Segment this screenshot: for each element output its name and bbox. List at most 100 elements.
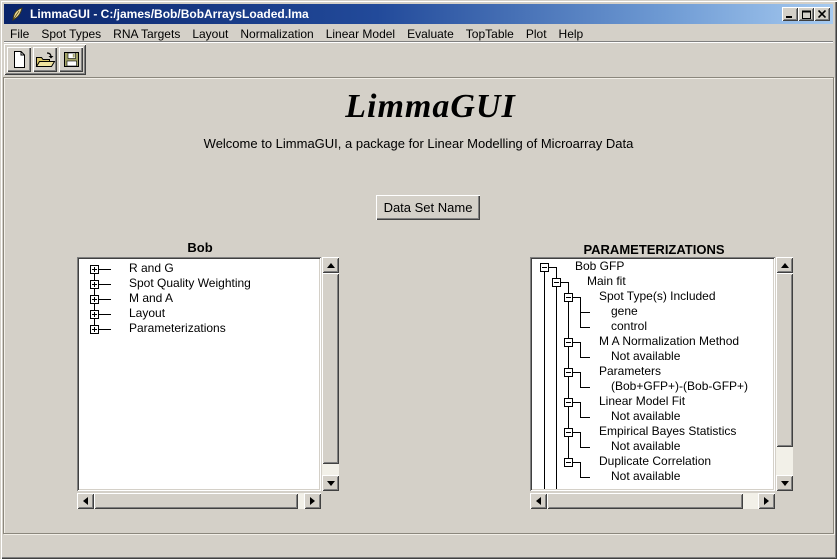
tree-item-label[interactable]: M A Normalization Method bbox=[599, 334, 739, 349]
scroll-thumb[interactable] bbox=[94, 493, 298, 509]
toolbar bbox=[4, 44, 86, 75]
open-file-button[interactable] bbox=[33, 47, 57, 72]
tree-item-label[interactable]: Layout bbox=[129, 306, 165, 321]
maximize-button[interactable] bbox=[798, 7, 814, 21]
up-arrow-icon bbox=[327, 263, 335, 268]
tree-connector-line bbox=[544, 267, 545, 489]
scroll-up-button[interactable] bbox=[776, 257, 793, 273]
menu-item-layout[interactable]: Layout bbox=[186, 26, 234, 42]
tree-collapse-icon[interactable] bbox=[540, 263, 549, 272]
app-window: LimmaGUI - C:/james/Bob/BobArraysLoaded.… bbox=[0, 0, 837, 559]
tree-connector-line bbox=[580, 357, 590, 358]
tree-connector-line bbox=[572, 432, 581, 433]
welcome-text: Welcome to LimmaGUI, a package for Linea… bbox=[0, 136, 837, 151]
tree-item-label[interactable]: Not available bbox=[611, 439, 680, 454]
tree-item-label[interactable]: Main fit bbox=[587, 274, 626, 289]
tree-item-label[interactable]: Bob GFP bbox=[575, 259, 624, 274]
menu-item-file[interactable]: File bbox=[4, 26, 35, 42]
tree-item-label[interactable]: Parameterizations bbox=[129, 321, 226, 336]
save-file-button[interactable] bbox=[59, 47, 83, 72]
tree-item-label[interactable]: control bbox=[611, 319, 647, 334]
param-tree-horizontal-scrollbar[interactable] bbox=[530, 493, 775, 509]
tree-collapse-icon[interactable] bbox=[564, 368, 573, 377]
close-button[interactable] bbox=[814, 7, 830, 21]
tree-expand-icon[interactable] bbox=[90, 310, 99, 319]
menu-item-spot-types[interactable]: Spot Types bbox=[35, 26, 107, 42]
open-folder-icon bbox=[35, 51, 56, 69]
tree-connector-line bbox=[580, 372, 581, 387]
tree-item-label[interactable]: Spot Quality Weighting bbox=[129, 276, 251, 291]
menu-item-evaluate[interactable]: Evaluate bbox=[401, 26, 460, 42]
minimize-button[interactable] bbox=[782, 7, 798, 21]
scroll-right-button[interactable] bbox=[304, 493, 321, 509]
scroll-down-button[interactable] bbox=[776, 475, 793, 491]
bob-tree-vertical-scrollbar[interactable] bbox=[322, 257, 339, 491]
parameterizations-tree-panel: Bob GFPMain fitSpot Type(s) Includedgene… bbox=[530, 257, 775, 491]
menu-item-normalization[interactable]: Normalization bbox=[234, 26, 319, 42]
tree-connector-line bbox=[572, 372, 581, 373]
tree-collapse-icon[interactable] bbox=[564, 398, 573, 407]
tree-connector-line bbox=[580, 402, 581, 417]
new-file-button[interactable] bbox=[7, 47, 31, 72]
down-arrow-icon bbox=[781, 481, 789, 486]
tree-item-label[interactable]: Empirical Bayes Statistics bbox=[599, 424, 736, 439]
scroll-up-button[interactable] bbox=[322, 257, 339, 273]
scroll-left-button[interactable] bbox=[77, 493, 94, 509]
minimize-icon bbox=[786, 10, 794, 18]
menu-item-toptable[interactable]: TopTable bbox=[460, 26, 520, 42]
tree-item-label[interactable]: Not available bbox=[611, 409, 680, 424]
tree-connector-line bbox=[580, 432, 581, 447]
app-title: LimmaGUI bbox=[24, 88, 837, 126]
tree-item-label[interactable]: M and A bbox=[129, 291, 173, 306]
tree-item-label[interactable]: Not available bbox=[611, 469, 680, 484]
menu-separator bbox=[4, 41, 833, 43]
left-arrow-icon bbox=[83, 497, 88, 505]
param-tree-canvas: Bob GFPMain fitSpot Type(s) Includedgene… bbox=[532, 259, 773, 489]
scroll-thumb[interactable] bbox=[322, 273, 339, 464]
param-tree-vertical-scrollbar[interactable] bbox=[776, 257, 793, 491]
tree-connector-line bbox=[560, 282, 569, 283]
tree-connector-line bbox=[572, 462, 581, 463]
tree-connector-line bbox=[580, 477, 590, 478]
tree-expand-icon[interactable] bbox=[90, 280, 99, 289]
tree-item-label[interactable]: R and G bbox=[129, 261, 174, 276]
tree-expand-icon[interactable] bbox=[90, 325, 99, 334]
tree-connector-line bbox=[556, 267, 557, 489]
new-file-icon bbox=[10, 50, 28, 69]
tree-item-label[interactable]: Spot Type(s) Included bbox=[599, 289, 716, 304]
tree-connector-line bbox=[98, 284, 111, 285]
tree-collapse-icon[interactable] bbox=[552, 278, 561, 287]
tree-item-label[interactable]: Not available bbox=[611, 349, 680, 364]
tree-item-label[interactable]: gene bbox=[611, 304, 638, 319]
tree-connector-line bbox=[572, 297, 581, 298]
menu-item-help[interactable]: Help bbox=[553, 26, 590, 42]
title-bar: LimmaGUI - C:/james/Bob/BobArraysLoaded.… bbox=[4, 4, 833, 24]
scroll-right-button[interactable] bbox=[758, 493, 775, 509]
maximize-icon bbox=[802, 10, 811, 19]
tree-item-label[interactable]: Parameters bbox=[599, 364, 661, 379]
tree-expand-icon[interactable] bbox=[90, 295, 99, 304]
menu-item-linear-model[interactable]: Linear Model bbox=[320, 26, 401, 42]
menu-bar: FileSpot TypesRNA TargetsLayoutNormaliza… bbox=[4, 25, 833, 42]
tree-collapse-icon[interactable] bbox=[564, 428, 573, 437]
tree-item-label[interactable]: Linear Model Fit bbox=[599, 394, 685, 409]
right-arrow-icon bbox=[764, 497, 769, 505]
tree-item-label[interactable]: (Bob+GFP+)-(Bob-GFP+) bbox=[611, 379, 748, 394]
down-arrow-icon bbox=[327, 481, 335, 486]
tree-collapse-icon[interactable] bbox=[564, 338, 573, 347]
scroll-thumb[interactable] bbox=[776, 273, 793, 447]
menu-item-plot[interactable]: Plot bbox=[520, 26, 553, 42]
tree-expand-icon[interactable] bbox=[90, 265, 99, 274]
tree-connector-line bbox=[98, 314, 111, 315]
tree-connector-line bbox=[580, 387, 590, 388]
tree-collapse-icon[interactable] bbox=[564, 293, 573, 302]
scroll-down-button[interactable] bbox=[322, 475, 339, 491]
scroll-thumb[interactable] bbox=[547, 493, 743, 509]
tree-item-label[interactable]: Duplicate Correlation bbox=[599, 454, 711, 469]
tree-collapse-icon[interactable] bbox=[564, 458, 573, 467]
bob-tree-horizontal-scrollbar[interactable] bbox=[77, 493, 321, 509]
data-set-name-button[interactable]: Data Set Name bbox=[376, 195, 480, 220]
scroll-left-button[interactable] bbox=[530, 493, 547, 509]
menu-item-rna-targets[interactable]: RNA Targets bbox=[107, 26, 186, 42]
tree-connector-line bbox=[98, 269, 111, 270]
